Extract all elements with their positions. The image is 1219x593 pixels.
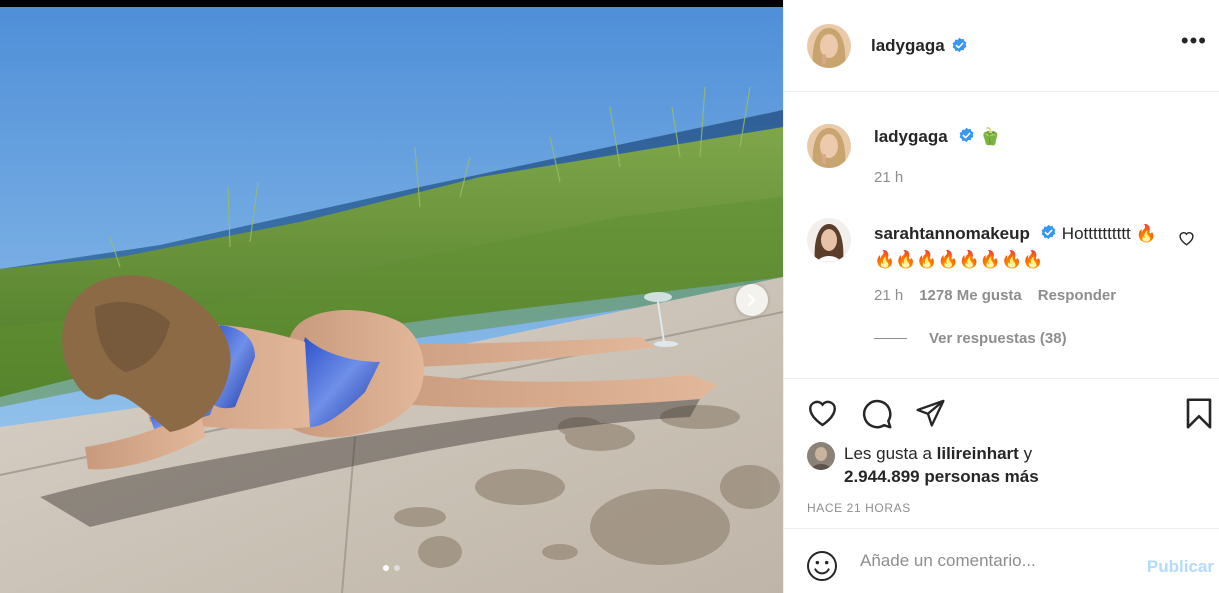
caption-text: 🫑 [979, 127, 1001, 146]
publish-button[interactable]: Publicar [1147, 557, 1214, 577]
likes-text: Les gusta a lilireinhart y 2.944.899 per… [844, 442, 1039, 488]
share-icon[interactable] [914, 397, 947, 428]
heart-icon[interactable] [806, 397, 839, 427]
post-side-panel: ladygaga ••• ladygaga 🫑 21 h sarahtannom… [783, 0, 1219, 593]
comments-section: ladygaga 🫑 21 h sarahtannomakeup Hottttt… [784, 92, 1219, 378]
comment-likes[interactable]: 1278 Me gusta [919, 287, 1022, 304]
comment-meta: 21 h 1278 Me gusta Responder [874, 287, 1164, 304]
photo-top-strip [0, 0, 783, 7]
commenter-avatar[interactable] [807, 218, 851, 262]
likes-and: y [1023, 444, 1033, 463]
comment-time: 21 h [874, 287, 904, 304]
caption-avatar[interactable] [807, 124, 851, 168]
liker-avatar[interactable] [807, 442, 835, 470]
caption-username[interactable]: ladygaga [874, 127, 948, 146]
carousel-next-button[interactable] [736, 284, 768, 316]
post-actions: Les gusta a lilireinhart y 2.944.899 per… [784, 378, 1219, 528]
comment-icon[interactable] [860, 397, 893, 430]
carousel-dots [0, 565, 783, 571]
liked-by-user[interactable]: lilireinhart [937, 444, 1019, 463]
likes-others-count[interactable]: 2.944.899 personas más [844, 467, 1039, 486]
comment-input[interactable] [860, 551, 1130, 571]
comment-composer: Publicar [784, 528, 1219, 593]
replies-divider [874, 338, 907, 339]
post-photo[interactable] [0, 0, 783, 593]
verified-badge-icon [1041, 224, 1056, 240]
author-avatar[interactable] [807, 23, 851, 68]
likes-summary: Les gusta a lilireinhart y 2.944.899 per… [807, 442, 1039, 488]
post-timestamp[interactable]: HACE 21 HORAS [807, 501, 911, 515]
bookmark-icon[interactable] [1184, 397, 1214, 430]
carousel-dot [394, 565, 400, 571]
comment-like-heart-icon[interactable] [1178, 230, 1195, 246]
comment-username[interactable]: sarahtannomakeup [874, 224, 1030, 243]
chevron-right-icon [747, 293, 756, 307]
verified-badge-icon [959, 127, 974, 143]
caption-time: 21 h [874, 169, 904, 186]
view-replies-label: Ver respuestas (38) [929, 330, 1067, 347]
likes-prefix: Les gusta a [844, 444, 932, 463]
photo-scene [0, 7, 783, 593]
caption-row: ladygaga 🫑 21 h [807, 124, 1001, 186]
author-username[interactable]: ladygaga [871, 36, 945, 56]
reply-button[interactable]: Responder [1038, 287, 1116, 304]
post-header: ladygaga ••• [784, 0, 1219, 92]
verified-badge-icon [952, 37, 967, 53]
emoji-icon[interactable] [806, 550, 838, 582]
carousel-dot-active [383, 565, 389, 571]
more-options-icon[interactable]: ••• [1181, 30, 1207, 52]
comment-row: sarahtannomakeup Hotttttttttt 🔥🔥🔥🔥🔥🔥🔥🔥🔥 … [807, 218, 1164, 304]
view-replies-button[interactable]: Ver respuestas (38) [874, 330, 1067, 347]
